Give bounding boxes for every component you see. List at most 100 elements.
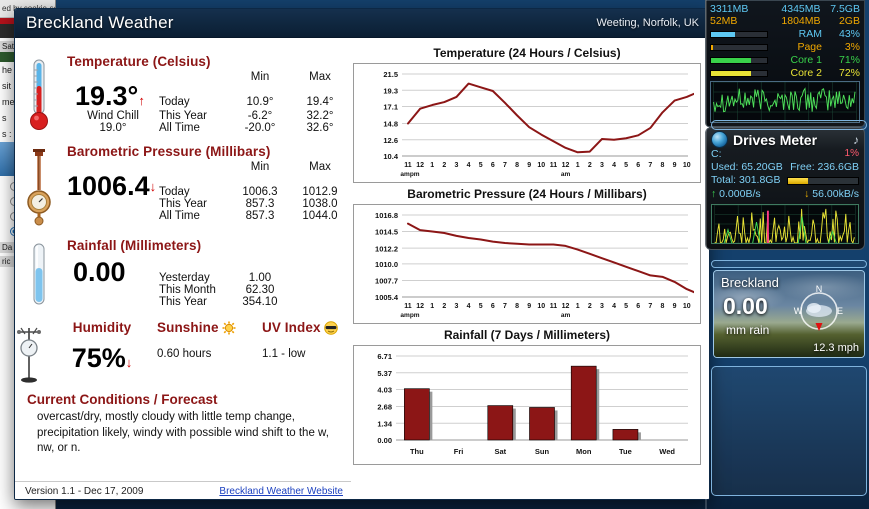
x-tick-label: 6 bbox=[636, 162, 640, 169]
rainfall-chart-frame[interactable]: 0.00 1.34 2.68 4.03 5.37 6.71 Thu Fri Sat Sun Mon T… bbox=[353, 345, 701, 465]
pressure-row-max: 1012.9 bbox=[302, 186, 338, 198]
y-tick-label: 1012.2 bbox=[375, 244, 398, 253]
x-tick-label: Tue bbox=[619, 447, 632, 456]
rainfall-row-value: 354.10 bbox=[242, 296, 278, 308]
meter-percent: 71% bbox=[838, 54, 860, 67]
sysmon-meter-ram: RAM 43% bbox=[710, 28, 860, 40]
forecast-text: overcast/dry, mostly cloudy with little … bbox=[37, 411, 329, 455]
download-arrow-icon: ↓ bbox=[804, 187, 810, 200]
bar bbox=[404, 388, 430, 441]
rainfall-chart-svg[interactable]: 0.00 1.34 2.68 4.03 5.37 6.71 Thu Fri Sat Sun Mon T… bbox=[358, 350, 694, 462]
x-tick-label: 11 bbox=[550, 303, 558, 310]
pressure-chart-frame[interactable]: 1005.4 1007.7 1010.0 1012.2 1014.5 1016.8 11 12… bbox=[353, 204, 701, 324]
meter-percent: 72% bbox=[838, 67, 860, 80]
rainfall-row-label: Yesterday bbox=[159, 272, 210, 284]
x-tick-label: 10 bbox=[537, 162, 545, 169]
rainfall-section: Rainfall (Millimeters) 0.00 Yesterday 1.… bbox=[15, 238, 351, 308]
x-tick-label: 1 bbox=[430, 162, 434, 169]
temperature-row-max: 32.6° bbox=[306, 122, 334, 134]
gadget-system-monitor[interactable]: 3311MB 4345MB 7.5GB 52MB 1804MB 2GB RAM 4… bbox=[705, 0, 865, 128]
graph-series bbox=[714, 208, 855, 243]
gadget-breckland-weather[interactable]: Breckland 0.00 mm rain 12.3 mph N E W bbox=[713, 270, 865, 358]
temperature-chart-frame[interactable]: 10.4 12.6 14.8 17.1 19.3 21.5 11 12 1 2 3 4 5 6 7 8 9 10 1… bbox=[353, 63, 701, 183]
x-tick-label: 4 bbox=[612, 162, 616, 169]
x-tick-label: 8 bbox=[661, 162, 665, 169]
window-footer: Version 1.1 - Dec 17, 2009 Breckland Wea… bbox=[15, 481, 351, 499]
gadget-drives-meter[interactable]: Drives Meter ♪ C: 1% Used: 65.20GB Free:… bbox=[705, 127, 865, 250]
y-tick-label: 1.34 bbox=[377, 419, 392, 428]
sysmon-meters: RAM 43% Page 3% Core 1 71% Core 2 72% bbox=[710, 28, 860, 79]
meter-percent: 3% bbox=[844, 41, 860, 54]
pressure-section: Barometric Pressure (Millibars) Min Max … bbox=[15, 144, 351, 228]
uv-title-text: UV Index bbox=[262, 320, 321, 335]
anemometer-icon bbox=[15, 320, 43, 386]
x-tick-label: 5 bbox=[479, 303, 483, 310]
sunshine-value: 0.60 hours bbox=[157, 348, 212, 360]
rainfall-stats: 0.00 Yesterday 1.00 This Month 62.30 Thi… bbox=[67, 259, 351, 309]
gadget-location-name: Breckland bbox=[721, 275, 779, 290]
x-tick-label: 2 bbox=[588, 303, 592, 310]
music-note-icon[interactable]: ♪ bbox=[853, 133, 859, 147]
pressure-col-min: Min bbox=[250, 161, 270, 173]
humidity-current: 75% bbox=[71, 343, 126, 373]
version-label: Version 1.1 - Dec 17, 2009 bbox=[25, 486, 144, 497]
pressure-title: Barometric Pressure (Millibars) bbox=[67, 144, 271, 159]
x-tick-label: 1 bbox=[576, 303, 580, 310]
x-tick-label: 12 bbox=[416, 162, 424, 169]
pressure-chart-block: Barometric Pressure (24 Hours / Millibar… bbox=[353, 187, 701, 324]
x-tick-label: 3 bbox=[455, 303, 459, 310]
y-tick-label: 6.71 bbox=[377, 352, 392, 361]
pressure-row-max: 1038.0 bbox=[302, 198, 338, 210]
x-tick-label: 8 bbox=[515, 162, 519, 169]
sunshine-block: Sunshine 0.60 hours bbox=[157, 320, 262, 386]
forecast-section: Current Conditions / Forecast overcast/d… bbox=[15, 386, 351, 457]
drives-graph bbox=[711, 203, 859, 244]
x-tick-label: 2 bbox=[588, 162, 592, 169]
x-tick-label: 1 bbox=[430, 303, 434, 310]
x-tick-label: Fri bbox=[454, 447, 464, 456]
meter-fill bbox=[711, 70, 752, 76]
humidity-sunshine-uv-section: Humidity 75%↓ Sunshine 0.60 hours UV Ind… bbox=[15, 320, 351, 386]
temperature-chart-block: Temperature (24 Hours / Celsius) 10.4 12.… bbox=[353, 46, 701, 183]
breckland-weather-window[interactable]: Breckland Weather Weeting, Norfolk, UK T… bbox=[14, 8, 710, 500]
y-tick-label: 17.1 bbox=[383, 103, 398, 112]
temperature-body: Temperature (Celsius) Min Max 19.3°↑ Tod… bbox=[63, 54, 351, 134]
wind-chill-value: 19.0° bbox=[99, 122, 127, 134]
drive-upload: ↑ 0.000B/s bbox=[711, 187, 761, 200]
x-tick-label: 12 bbox=[416, 303, 424, 310]
x-tick-label: 9 bbox=[673, 303, 677, 310]
x-tick-label: 6 bbox=[491, 303, 495, 310]
gadget-rain-value: 0.00 bbox=[723, 293, 768, 319]
x-tick-label: 4 bbox=[467, 162, 471, 169]
temperature-chart-svg[interactable]: 10.412.614.817.119.321.511 12 1 2 3 4 5 6 7 8 9 10 1… bbox=[358, 68, 694, 180]
pressure-col-max: Max bbox=[309, 161, 331, 173]
x-tick-label: Mon bbox=[576, 447, 592, 456]
x-tick-label: 7 bbox=[503, 303, 507, 310]
hsu-body: Humidity 75%↓ Sunshine 0.60 hours UV Ind… bbox=[43, 320, 372, 386]
bar bbox=[529, 407, 555, 441]
gadget-frame-empty-top[interactable] bbox=[711, 120, 867, 130]
meter-label: Core 2 bbox=[790, 67, 822, 80]
website-link[interactable]: Breckland Weather Website bbox=[219, 486, 343, 497]
gadget-frame-empty-mid[interactable] bbox=[711, 260, 867, 268]
wind-chill-label: Wind Chill bbox=[87, 110, 139, 122]
pressure-row-label: All Time bbox=[159, 210, 200, 222]
y-tick-label: 5.37 bbox=[377, 369, 392, 378]
drives-total-row: Total: 301.8GB bbox=[711, 174, 859, 187]
drive-total: Total: 301.8GB bbox=[711, 174, 781, 187]
temperature-row-min: 10.9° bbox=[246, 96, 274, 108]
gadget-frame-empty-bottom[interactable] bbox=[711, 366, 867, 496]
x-tick-label: 9 bbox=[527, 303, 531, 310]
meter-fill bbox=[711, 31, 736, 37]
x-tick-label: Thu bbox=[410, 447, 424, 456]
meter-track bbox=[710, 69, 768, 77]
meter-track bbox=[710, 30, 768, 38]
upload-arrow-icon: ↑ bbox=[711, 187, 717, 200]
drive-free: Free: 236.6GB bbox=[790, 161, 859, 174]
pressure-chart-svg[interactable]: 1005.41007.71010.01012.21014.51016.811 12… bbox=[358, 209, 694, 321]
window-title-bar[interactable]: Breckland Weather Weeting, Norfolk, UK bbox=[15, 9, 709, 38]
y-tick-label: 12.6 bbox=[383, 136, 398, 145]
y-tick-label: 1010.0 bbox=[375, 260, 398, 269]
humidity-block: Humidity 75%↓ bbox=[47, 320, 157, 386]
drives-name-row: C: 1% bbox=[711, 148, 859, 161]
